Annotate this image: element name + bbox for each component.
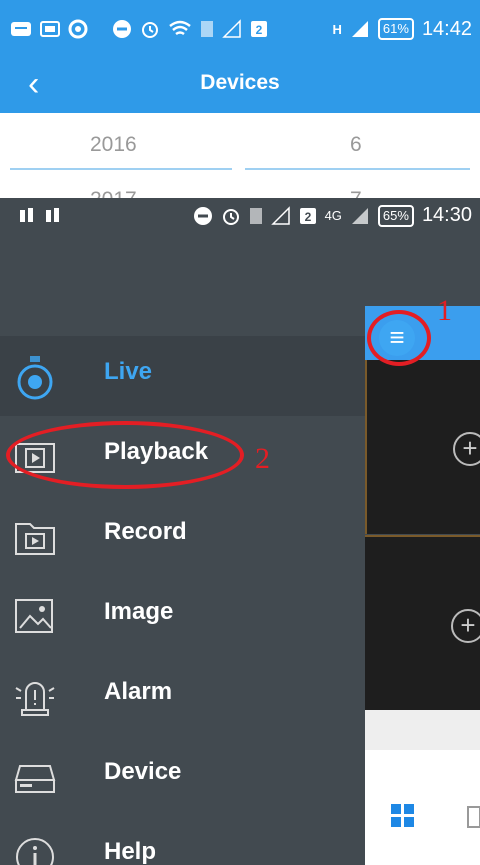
network-type: 4G <box>324 208 342 223</box>
sim-2-icon: 2 <box>299 207 316 224</box>
settings-icon <box>68 19 88 39</box>
annotation-circle-1 <box>367 310 431 366</box>
sim-icon <box>249 207 262 224</box>
year-value[interactable]: 2017 <box>90 188 137 198</box>
divider-strip <box>365 710 480 750</box>
image-icon <box>15 599 53 633</box>
status-icons-left: 2 <box>10 16 268 42</box>
sim-2-signal-icon <box>46 208 60 222</box>
menu-screenshot: 2 4G 65% 14:30 + + ≡ 1 Live Playback Rec… <box>0 198 480 865</box>
menu-label: Record <box>104 518 187 545</box>
bottom-toolbar <box>365 750 480 865</box>
add-camera-icon[interactable]: + <box>451 609 480 643</box>
page-title: Devices <box>200 71 280 94</box>
network-type: H <box>332 21 342 37</box>
status-bar-bottom: 2 4G 65% 14:30 <box>0 198 480 236</box>
do-not-disturb-icon <box>113 20 131 38</box>
signal-icon <box>351 207 368 224</box>
menu-item-help[interactable]: Help <box>0 816 365 865</box>
clock: 14:30 <box>421 204 472 226</box>
menu-label: Image <box>104 598 174 625</box>
clock: 14:42 <box>421 17 472 40</box>
device-icon <box>14 765 56 793</box>
wifi-icon <box>169 20 191 36</box>
svg-text:2: 2 <box>304 210 311 224</box>
battery-indicator: 61% <box>377 18 414 40</box>
menu-label: Live <box>104 358 153 385</box>
annotation-number-1: 1 <box>437 294 452 327</box>
signal-icon <box>351 21 368 37</box>
menu-item-record[interactable]: Record <box>0 496 365 576</box>
date-picker[interactable]: 2016 6 2017 7 <box>0 113 480 198</box>
year-value[interactable]: 2016 <box>90 133 137 157</box>
message-icon <box>11 22 31 36</box>
gallery-icon <box>40 21 60 37</box>
status-right: H 61% 14:42 <box>333 16 472 42</box>
month-value[interactable]: 6 <box>350 133 362 157</box>
menu-label: Device <box>104 758 182 785</box>
menu-item-live[interactable]: Live <box>0 336 365 416</box>
battery-indicator: 65% <box>377 204 414 227</box>
sim-icon <box>201 21 213 37</box>
signal-empty-icon <box>270 205 290 225</box>
sim-signal-icons <box>18 206 62 228</box>
alarm-clock-icon <box>222 208 239 225</box>
do-not-disturb-icon <box>193 206 212 225</box>
video-slot-1[interactable]: + <box>365 360 480 534</box>
picker-divider-month <box>245 168 470 170</box>
menu-item-image[interactable]: Image <box>0 576 365 656</box>
picker-divider-year <box>10 168 232 170</box>
status-right: 2 4G 65% 14:30 <box>193 204 472 227</box>
menu-item-alarm[interactable]: Alarm <box>0 656 365 736</box>
menu-label: Alarm <box>104 678 173 705</box>
single-view-icon[interactable] <box>467 806 480 828</box>
status-bar-top: 2 H 61% 14:42 <box>0 0 480 58</box>
svg-text:2: 2 <box>256 23 263 37</box>
menu-label: Help <box>104 838 157 865</box>
signal-empty-icon <box>222 19 241 38</box>
annotation-number-2: 2 <box>255 442 270 475</box>
annotation-circle-2 <box>6 421 244 489</box>
alarm-icon <box>15 682 55 716</box>
grid-view-icon[interactable] <box>391 804 415 828</box>
alarm-clock-icon <box>142 22 158 38</box>
camera-icon <box>17 356 53 400</box>
add-camera-icon[interactable]: + <box>453 432 480 466</box>
record-folder-icon <box>15 523 55 555</box>
video-slot-2[interactable]: + <box>365 535 480 710</box>
sim-2-icon: 2 <box>251 21 267 37</box>
info-icon <box>16 838 54 865</box>
app-header: ‹ Devices <box>0 58 480 113</box>
menu-item-device[interactable]: Device <box>0 736 365 816</box>
sim-1-icon <box>20 208 33 222</box>
month-value[interactable]: 7 <box>350 188 362 198</box>
